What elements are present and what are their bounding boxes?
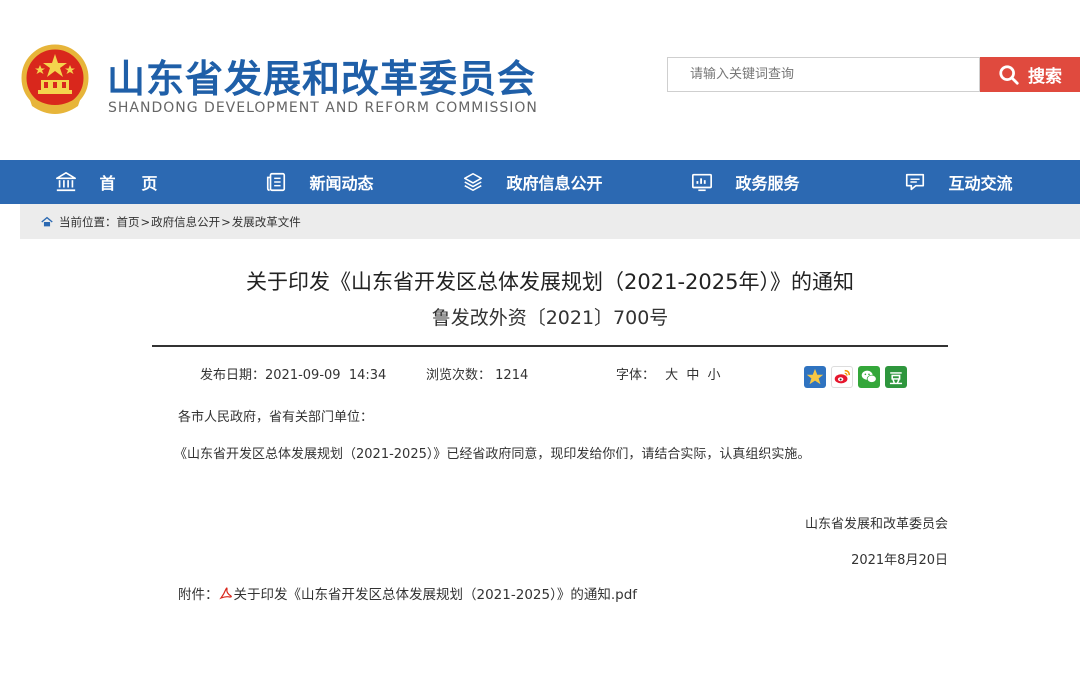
attachment: 附件： 关于印发《山东省开发区总体发展规划（2021-2025）》的通知.pdf xyxy=(178,583,637,603)
nav-item-label: 首页 xyxy=(99,174,184,193)
breadcrumb-separator: > xyxy=(140,214,151,229)
share-bar: 豆 xyxy=(804,366,907,388)
article-title: 关于印发《山东省开发区总体发展规划（2021-2025年）》的通知 xyxy=(246,270,854,294)
view-count-label: 浏览次数： xyxy=(426,368,492,383)
search-box xyxy=(667,57,980,92)
site-header: 山东省发展和改革委员会 SHANDONG DEVELOPMENT AND REF… xyxy=(0,0,1080,160)
font-size-large[interactable]: 大 xyxy=(665,368,678,383)
font-size-small[interactable]: 小 xyxy=(707,368,720,383)
site-subtitle: SHANDONG DEVELOPMENT AND REFORM COMMISSI… xyxy=(108,100,538,116)
nav-item-interaction[interactable]: 互动交流 xyxy=(852,160,1065,204)
attachment-link[interactable]: 关于印发《山东省开发区总体发展规划（2021-2025）》的通知.pdf xyxy=(234,583,638,603)
breadcrumb-prefix: 当前位置： xyxy=(59,214,117,229)
greeting: 各市人民政府，省有关部门单位： xyxy=(178,410,374,425)
search-input[interactable] xyxy=(668,58,979,91)
nav-item-news[interactable]: 新闻动态 xyxy=(213,160,426,204)
national-emblem-icon[interactable] xyxy=(20,44,90,116)
font-size-medium[interactable]: 中 xyxy=(686,368,699,383)
view-count: 浏览次数： 1214 xyxy=(426,364,528,383)
attachment-label: 附件： xyxy=(178,587,219,603)
nav-item-services[interactable]: 政务服务 xyxy=(639,160,852,204)
breadcrumb-separator: > xyxy=(221,214,231,229)
sign-date: 2021年8月20日 xyxy=(851,553,948,568)
search-button-label: 搜索 xyxy=(1028,67,1062,87)
nav-item-gov-info[interactable]: 政府信息公开 xyxy=(426,160,639,204)
search-icon xyxy=(999,64,1019,85)
chart-icon xyxy=(692,173,713,192)
nav-item-home[interactable]: 首页 xyxy=(0,160,213,204)
font-size-switcher: 字体： 大 中 小 xyxy=(616,364,720,383)
site-title: 山东省发展和改革委员会 xyxy=(107,57,537,101)
bank-icon xyxy=(56,172,77,192)
divider xyxy=(152,345,948,347)
chat-icon xyxy=(906,173,925,191)
layers-icon xyxy=(464,172,483,192)
view-count-value: 1214 xyxy=(495,368,529,383)
qzone-icon[interactable] xyxy=(804,366,826,388)
nav-item-label: 互动交流 xyxy=(948,174,1013,193)
weibo-icon[interactable] xyxy=(831,366,853,388)
wechat-icon[interactable] xyxy=(858,366,880,388)
nav-item-label: 新闻动态 xyxy=(309,174,374,193)
doc-number: 鲁发改外资〔2021〕700号 xyxy=(431,307,669,329)
search-button[interactable]: 搜索 xyxy=(980,57,1080,92)
nav-item-label: 政务服务 xyxy=(735,174,800,193)
body-paragraph: 《山东省开发区总体发展规划（2021-2025）》已经省政府同意，现印发给你们，… xyxy=(174,447,811,462)
nav-item-label: 政府信息公开 xyxy=(506,174,603,193)
font-size-label: 字体： xyxy=(616,368,656,383)
douban-icon[interactable]: 豆 xyxy=(885,366,907,388)
home-icon xyxy=(41,216,53,226)
main-nav: 首页 新闻动态 政府信息公开 政务服务 互动交流 xyxy=(0,160,1080,204)
breadcrumb-item-docs[interactable]: 发展改革文件 xyxy=(232,214,301,230)
breadcrumb-item-gov-info[interactable]: 政府信息公开 xyxy=(151,214,220,230)
pdf-icon xyxy=(218,587,232,600)
breadcrumb: 当前位置： 首页 > 政府信息公开 > 发展改革文件 xyxy=(20,204,1080,239)
breadcrumb-item-home[interactable]: 首页 xyxy=(117,214,140,230)
publish-date: 发布日期：2021-09-09 14:34 xyxy=(200,364,386,383)
publish-date-value: 2021-09-09 14:34 xyxy=(265,368,387,383)
news-icon xyxy=(267,172,286,192)
signature: 山东省发展和改革委员会 xyxy=(804,517,948,532)
publish-date-label: 发布日期： xyxy=(200,368,266,383)
